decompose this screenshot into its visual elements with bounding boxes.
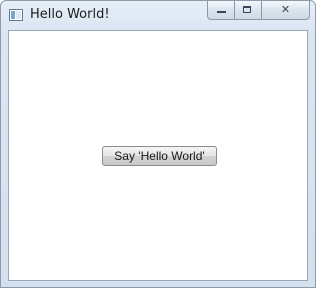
say-hello-button[interactable]: Say 'Hello World' [102, 146, 217, 166]
maximize-icon [235, 1, 261, 19]
client-area: Say 'Hello World' [8, 30, 308, 281]
title-bar[interactable]: Hello World! ✕ [1, 1, 315, 30]
close-icon: ✕ [280, 3, 291, 16]
maximize-button[interactable] [234, 1, 261, 20]
caption-buttons: ✕ [207, 1, 310, 20]
app-window: Hello World! ✕ Say 'Hello World' [0, 0, 316, 288]
window-title: Hello World! [30, 7, 110, 22]
app-window-icon[interactable] [9, 9, 23, 21]
minimize-icon [208, 1, 234, 19]
minimize-button[interactable] [207, 1, 234, 20]
close-button[interactable]: ✕ [261, 1, 310, 20]
